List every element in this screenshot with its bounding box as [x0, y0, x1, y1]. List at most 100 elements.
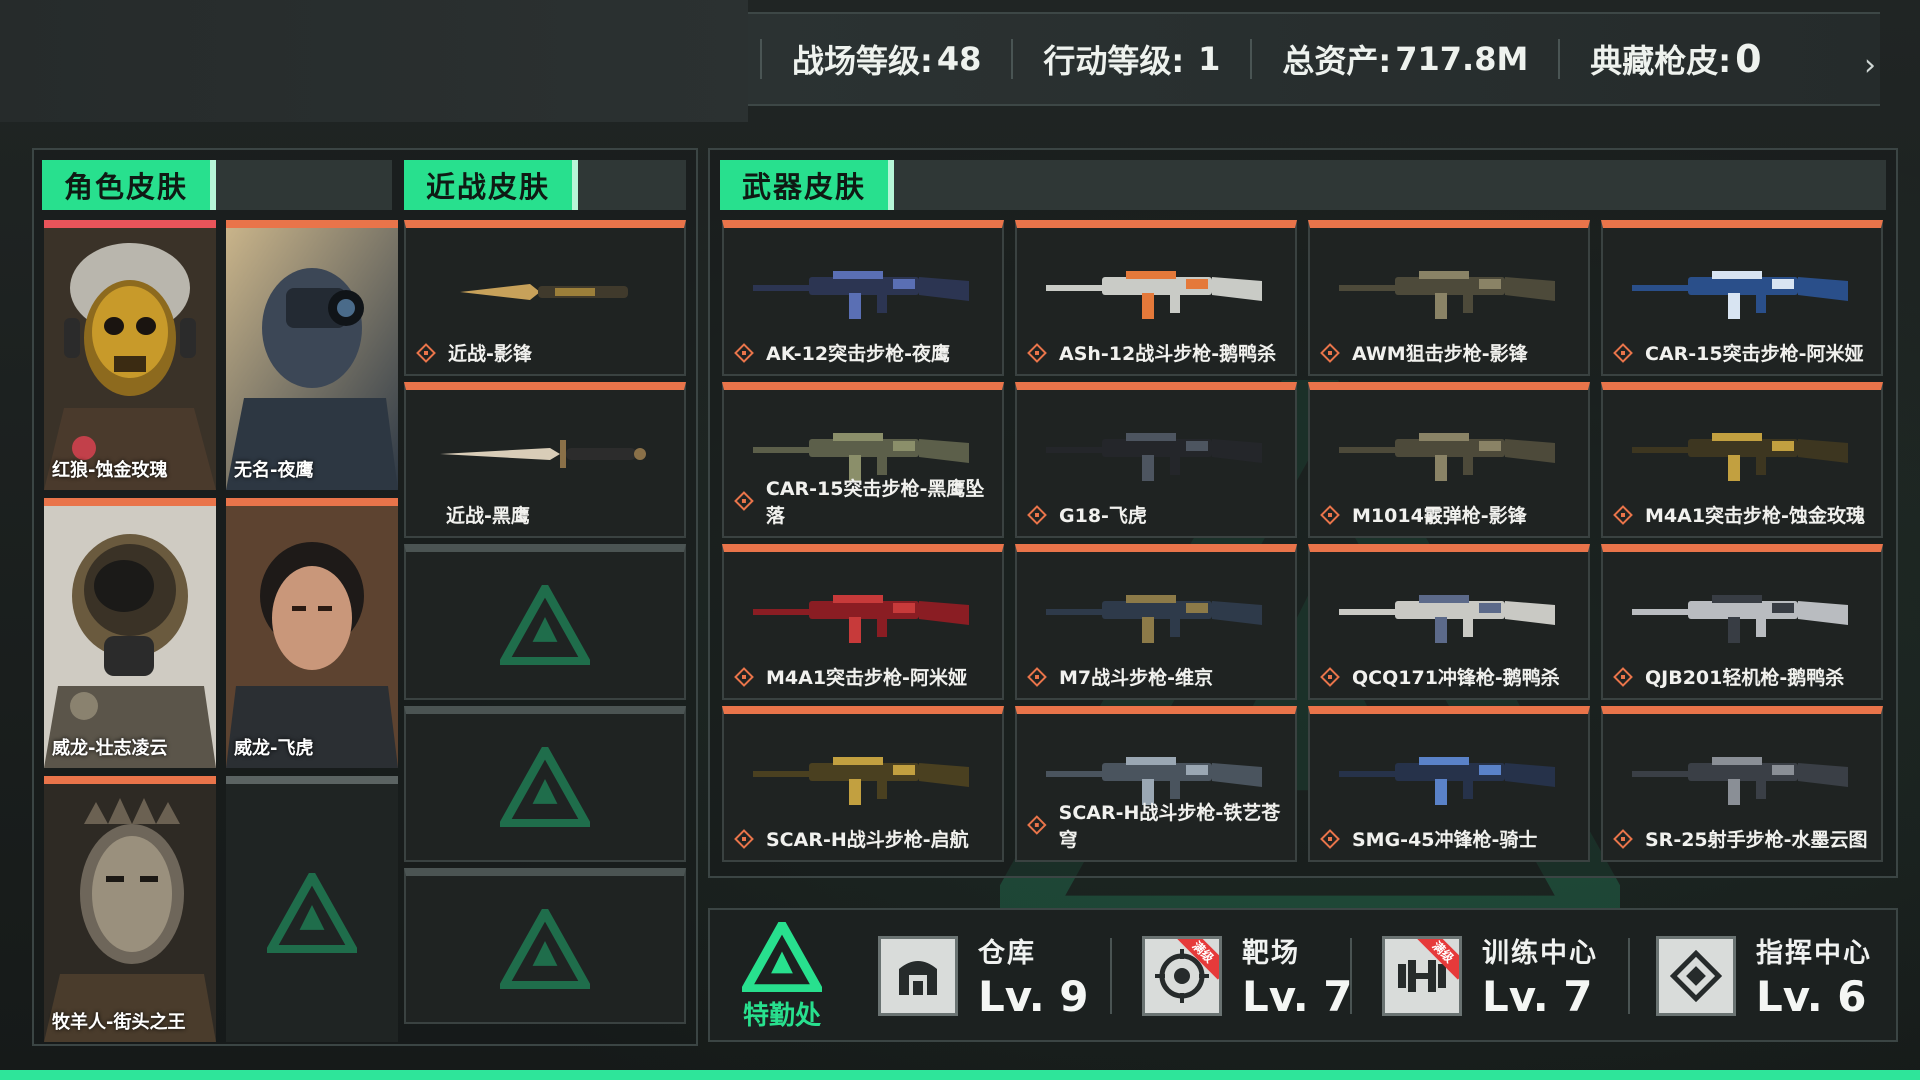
weapon-skin-name: SR-25射手步枪-水墨云图 [1645, 829, 1868, 851]
character-portrait-pilot [44, 506, 216, 768]
character-card[interactable]: 无名-夜鹰 [226, 220, 398, 490]
facility-training-center[interactable]: 满级 训练中心 Lv. 7 [1382, 924, 1598, 1028]
weapon-skin-name: QJB201轻机枪-鹅鸭杀 [1645, 667, 1845, 689]
weapon-skin-name: M7战斗步枪-维京 [1059, 667, 1214, 689]
logistics-button[interactable]: 特勤处 [722, 922, 842, 1032]
character-card[interactable]: 牧羊人-街头之王 [44, 776, 216, 1042]
command-icon [1670, 950, 1722, 1002]
skin-quality-icon [734, 491, 754, 511]
facility-name: 仓库 [978, 938, 1036, 969]
facility-command-center[interactable]: 指挥中心 Lv. 6 [1656, 924, 1872, 1028]
weapon-skin-card[interactable]: SMG-45冲锋枪-骑士 [1308, 706, 1590, 862]
empty-slot-logo-icon [500, 585, 590, 665]
battlefield-level-stat: 战场等级: 48 [760, 39, 1011, 80]
weapon-skin-name: M4A1突击步枪-阿米娅 [766, 667, 967, 689]
weapon-skin-card[interactable]: M4A1突击步枪-阿米娅 [722, 544, 1004, 700]
weapon-skin-card[interactable]: M4A1突击步枪-蚀金玫瑰 [1601, 382, 1883, 538]
total-assets-stat: 总资产: 717.8M [1250, 39, 1558, 80]
weapon-skin-card[interactable]: M7战斗步枪-维京 [1015, 544, 1297, 700]
empty-melee-slot[interactable] [404, 868, 686, 1024]
knife-image [460, 284, 628, 301]
facility-name: 训练中心 [1482, 938, 1598, 969]
stat-value: 0 [1735, 37, 1762, 81]
character-portrait-masked-king [44, 784, 216, 1042]
operation-level-stat: 行动等级: 1 [1011, 39, 1250, 80]
character-name: 威龙-飞虎 [234, 738, 314, 759]
character-portrait-night-vision [226, 228, 398, 490]
skin-quality-icon [1613, 666, 1633, 687]
logistics-logo-icon [742, 922, 822, 992]
weapon-skin-card[interactable]: M1014霰弹枪-影锋 [1308, 382, 1590, 538]
melee-skin-card[interactable]: 近战-影锋 [404, 220, 686, 376]
weapon-skin-card[interactable]: AWM狙击步枪-影锋 [1308, 220, 1590, 376]
melee-skins-header: 近战皮肤 [404, 160, 686, 210]
weapon-skin-name: M1014霰弹枪-影锋 [1352, 505, 1527, 527]
weapon-skin-card[interactable]: AK-12突击步枪-夜鹰 [722, 220, 1004, 376]
stat-value: 717.8M [1395, 40, 1529, 78]
weapon-image [1339, 595, 1555, 644]
character-name: 无名-夜鹰 [234, 460, 314, 481]
weapon-skin-name: ASh-12战斗步枪-鹅鸭杀 [1059, 343, 1277, 365]
melee-skin-card[interactable]: 近战-黑鹰 [404, 382, 686, 538]
stat-label: 行动等级: [1043, 42, 1185, 80]
skin-quality-icon [1320, 342, 1340, 363]
weapon-image [1046, 271, 1262, 320]
character-skins-title: 角色皮肤 [42, 160, 217, 210]
character-card[interactable]: 威龙-壮志凌云 [44, 498, 216, 768]
weapon-image [1339, 433, 1555, 482]
weapon-image [1046, 595, 1262, 644]
skin-quality-icon [1027, 504, 1047, 525]
empty-character-slot[interactable] [226, 776, 398, 1042]
character-skins-header: 角色皮肤 [42, 160, 392, 210]
weapon-skins-title: 武器皮肤 [720, 160, 895, 210]
weapon-skin-card[interactable]: CAR-15突击步枪-黑鹰坠落 [722, 382, 1004, 538]
weapon-skin-card[interactable]: QJB201轻机枪-鹅鸭杀 [1601, 544, 1883, 700]
facility-level: Lv. 9 [978, 972, 1089, 1021]
weapon-skin-card[interactable]: SCAR-H战斗步枪-铁艺苍穹 [1015, 706, 1297, 862]
melee-skin-name: 近战-影锋 [448, 343, 532, 365]
skin-quality-icon [416, 342, 436, 363]
empty-melee-slot[interactable] [404, 706, 686, 862]
stat-value: 1 [1198, 40, 1221, 78]
empty-slot-logo-icon [500, 909, 590, 989]
empty-melee-slot[interactable] [404, 544, 686, 700]
weapon-skin-card[interactable]: SR-25射手步枪-水墨云图 [1601, 706, 1883, 862]
weapon-image [1632, 271, 1848, 320]
skin-quality-icon [1613, 504, 1633, 525]
weapon-skin-card[interactable]: CAR-15突击步枪-阿米娅 [1601, 220, 1883, 376]
character-card[interactable]: 红狼-蚀金玫瑰 [44, 220, 216, 490]
logistics-bar: 特勤处 仓库 Lv. 9 满级 靶场 Lv. 7 满级 训练中心 Lv. 7 指… [708, 908, 1898, 1042]
weapon-skin-card[interactable]: QCQ171冲锋枪-鹅鸭杀 [1308, 544, 1590, 700]
weapon-skin-name: QCQ171冲锋枪-鹅鸭杀 [1352, 667, 1560, 689]
facility-name: 指挥中心 [1756, 938, 1872, 969]
weapon-skin-name: G18-飞虎 [1059, 505, 1147, 527]
weapon-image [1632, 757, 1848, 806]
facility-level: Lv. 7 [1242, 972, 1353, 1021]
weapon-skin-name: M4A1突击步枪-蚀金玫瑰 [1645, 505, 1865, 527]
weapon-skin-card[interactable]: SCAR-H战斗步枪-启航 [722, 706, 1004, 862]
weapon-image [1632, 433, 1848, 482]
warehouse-icon [899, 961, 937, 995]
chevron-right-icon[interactable]: › [1864, 48, 1876, 83]
weapon-skin-name: SCAR-H战斗步枪-启航 [766, 829, 969, 851]
character-name: 威龙-壮志凌云 [52, 738, 168, 759]
skin-quality-icon [734, 828, 754, 849]
skin-quality-icon [1027, 342, 1047, 363]
facility-level: Lv. 7 [1482, 972, 1593, 1021]
player-stats-bar: 战场等级: 48 行动等级: 1 总资产: 717.8M 典藏枪皮: 0 › [748, 12, 1880, 106]
stat-label: 典藏枪皮: [1590, 42, 1732, 80]
weapon-image [1046, 433, 1262, 482]
facility-warehouse[interactable]: 仓库 Lv. 9 [878, 924, 1089, 1028]
skin-quality-icon [1320, 666, 1340, 687]
weapon-image [1632, 595, 1848, 644]
skin-quality-icon [1320, 504, 1340, 525]
facility-shooting-range[interactable]: 满级 靶场 Lv. 7 [1142, 924, 1353, 1028]
character-card[interactable]: 威龙-飞虎 [226, 498, 398, 768]
skin-quality-icon [734, 342, 754, 363]
skin-quality-icon [1027, 666, 1047, 687]
weapon-skin-card[interactable]: ASh-12战斗步枪-鹅鸭杀 [1015, 220, 1297, 376]
stat-label: 总资产: [1282, 42, 1392, 80]
weapon-image [753, 595, 969, 644]
melee-skin-name: 近战-黑鹰 [446, 505, 530, 527]
weapon-skin-card[interactable]: G18-飞虎 [1015, 382, 1297, 538]
